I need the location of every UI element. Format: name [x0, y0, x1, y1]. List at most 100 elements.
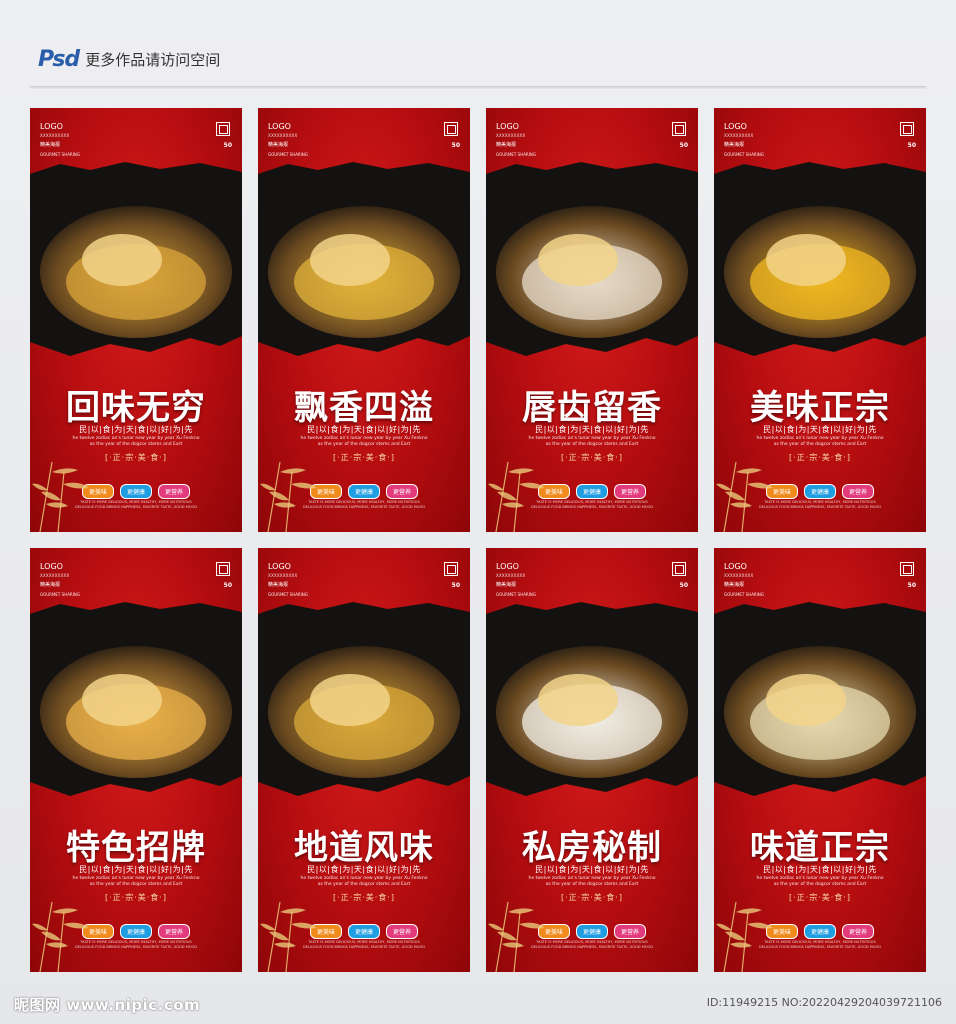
poster-logo: LOGO XXXXXXXXXX 精美海报 GOURMET SHARING [268, 122, 308, 159]
header-divider [30, 86, 926, 90]
brand-en: GOURMET SHARING [496, 152, 536, 157]
bamboo-icon [32, 461, 89, 532]
poster-slogan: 民|以|食|为|天|食|以|好|为|先 [763, 865, 877, 874]
brand-en: GOURMET SHARING [724, 592, 764, 597]
seal-icon [216, 562, 230, 576]
badge-healthy: 更健康 [119, 484, 152, 499]
poster-number: 50 [907, 142, 916, 149]
poster-card[interactable]: LOGO XXXXXXXXXX 精美海报 GOURMET SHARING 50 … [258, 548, 470, 972]
logo-sub: XXXXXXXXXX [268, 133, 298, 138]
logo-text: LOGO [724, 122, 747, 131]
bamboo-icon [488, 461, 545, 532]
brand-en: GOURMET SHARING [268, 152, 308, 157]
poster-logo: LOGO XXXXXXXXXX 精美海报 GOURMET SHARING [724, 562, 764, 599]
brand-cn: 精美海报 [724, 142, 745, 148]
poster-title: 回味无穷 [66, 388, 206, 428]
brand-en: GOURMET SHARING [724, 152, 764, 157]
poster-slogan: 民|以|食|为|天|食|以|好|为|先 [79, 865, 193, 874]
logo-sub: XXXXXXXXXX [496, 573, 526, 578]
badge-nutritious: 更营养 [614, 924, 647, 939]
poster-card[interactable]: LOGO XXXXXXXXXX 精美海报 GOURMET SHARING 50 … [714, 548, 926, 972]
food-photo [714, 162, 926, 356]
poster-logo: LOGO XXXXXXXXXX 精美海报 GOURMET SHARING [268, 562, 308, 599]
brand-en: GOURMET SHARING [40, 592, 80, 597]
logo-text: LOGO [496, 562, 519, 571]
logo-sub: XXXXXXXXXX [40, 133, 70, 138]
poster-title: 特色招牌 [66, 828, 206, 868]
bamboo-icon [716, 461, 773, 532]
poster-slogan: 民|以|食|为|天|食|以|好|为|先 [79, 425, 193, 434]
logo-text: LOGO [268, 562, 291, 571]
brand-cn: 精美海报 [40, 582, 61, 588]
food-photo [258, 162, 470, 356]
psd-logo: Psd [38, 46, 80, 72]
logo-text: LOGO [40, 562, 63, 571]
badge-healthy: 更健康 [347, 484, 380, 499]
top-bar: Psd 更多作品请访问空间 [38, 44, 220, 74]
brand-cn: 精美海报 [268, 142, 289, 148]
brand-cn: 精美海报 [724, 582, 745, 588]
poster-logo: LOGO XXXXXXXXXX 精美海报 GOURMET SHARING [496, 122, 536, 159]
header-text[interactable]: 更多作品请访问空间 [85, 49, 220, 70]
poster-card[interactable]: LOGO XXXXXXXXXX 精美海报 GOURMET SHARING 50 … [30, 548, 242, 972]
seal-icon [672, 122, 686, 136]
bamboo-icon [260, 901, 317, 972]
poster-slogan: 民|以|食|为|天|食|以|好|为|先 [535, 865, 649, 874]
poster-slogan: 民|以|食|为|天|食|以|好|为|先 [307, 425, 421, 434]
poster-logo: LOGO XXXXXXXXXX 精美海报 GOURMET SHARING [496, 562, 536, 599]
poster-title: 私房秘制 [522, 828, 662, 868]
poster-logo: LOGO XXXXXXXXXX 精美海报 GOURMET SHARING [40, 562, 80, 599]
poster-title: 美味正宗 [750, 388, 890, 428]
poster-number: 50 [907, 582, 916, 589]
poster-number: 50 [679, 582, 688, 589]
logo-sub: XXXXXXXXXX [268, 573, 298, 578]
bamboo-icon [488, 901, 545, 972]
badge-nutritious: 更营养 [158, 924, 191, 939]
poster-card[interactable]: LOGO XXXXXXXXXX 精美海报 GOURMET SHARING 50 … [30, 108, 242, 532]
badge-healthy: 更健康 [803, 924, 836, 939]
image-id: ID:11949215 NO:20220429204039721106 [706, 996, 942, 1009]
seal-icon [444, 562, 458, 576]
poster-number: 50 [223, 142, 232, 149]
food-photo [30, 162, 242, 356]
poster-number: 50 [451, 582, 460, 589]
poster-number: 50 [451, 142, 460, 149]
bamboo-icon [716, 901, 773, 972]
bamboo-icon [260, 461, 317, 532]
logo-text: LOGO [268, 122, 291, 131]
food-photo [714, 602, 926, 796]
badge-nutritious: 更营养 [842, 484, 875, 499]
brand-en: GOURMET SHARING [496, 592, 536, 597]
brand-cn: 精美海报 [496, 582, 517, 588]
seal-icon [672, 562, 686, 576]
badge-nutritious: 更营养 [842, 924, 875, 939]
poster-card[interactable]: LOGO XXXXXXXXXX 精美海报 GOURMET SHARING 50 … [714, 108, 926, 532]
badge-healthy: 更健康 [575, 484, 608, 499]
food-photo [486, 162, 698, 356]
logo-sub: XXXXXXXXXX [724, 133, 754, 138]
poster-slogan: 民|以|食|为|天|食|以|好|为|先 [763, 425, 877, 434]
poster-number: 50 [679, 142, 688, 149]
poster-title: 唇齿留香 [522, 388, 662, 428]
brand-cn: 精美海报 [268, 582, 289, 588]
poster-title: 飘香四溢 [294, 388, 434, 428]
logo-sub: XXXXXXXXXX [496, 133, 526, 138]
brand-en: GOURMET SHARING [40, 152, 80, 157]
brand-cn: 精美海报 [496, 142, 517, 148]
bamboo-icon [32, 901, 89, 972]
poster-card[interactable]: LOGO XXXXXXXXXX 精美海报 GOURMET SHARING 50 … [258, 108, 470, 532]
badge-nutritious: 更营养 [614, 484, 647, 499]
poster-card[interactable]: LOGO XXXXXXXXXX 精美海报 GOURMET SHARING 50 … [486, 108, 698, 532]
poster-title: 味道正宗 [750, 828, 890, 868]
badge-healthy: 更健康 [119, 924, 152, 939]
badge-nutritious: 更营养 [386, 484, 419, 499]
seal-icon [900, 562, 914, 576]
logo-sub: XXXXXXXXXX [40, 573, 70, 578]
badge-healthy: 更健康 [803, 484, 836, 499]
badge-nutritious: 更营养 [158, 484, 191, 499]
logo-sub: XXXXXXXXXX [724, 573, 754, 578]
food-photo [486, 602, 698, 796]
seal-icon [900, 122, 914, 136]
brand-en: GOURMET SHARING [268, 592, 308, 597]
poster-card[interactable]: LOGO XXXXXXXXXX 精美海报 GOURMET SHARING 50 … [486, 548, 698, 972]
